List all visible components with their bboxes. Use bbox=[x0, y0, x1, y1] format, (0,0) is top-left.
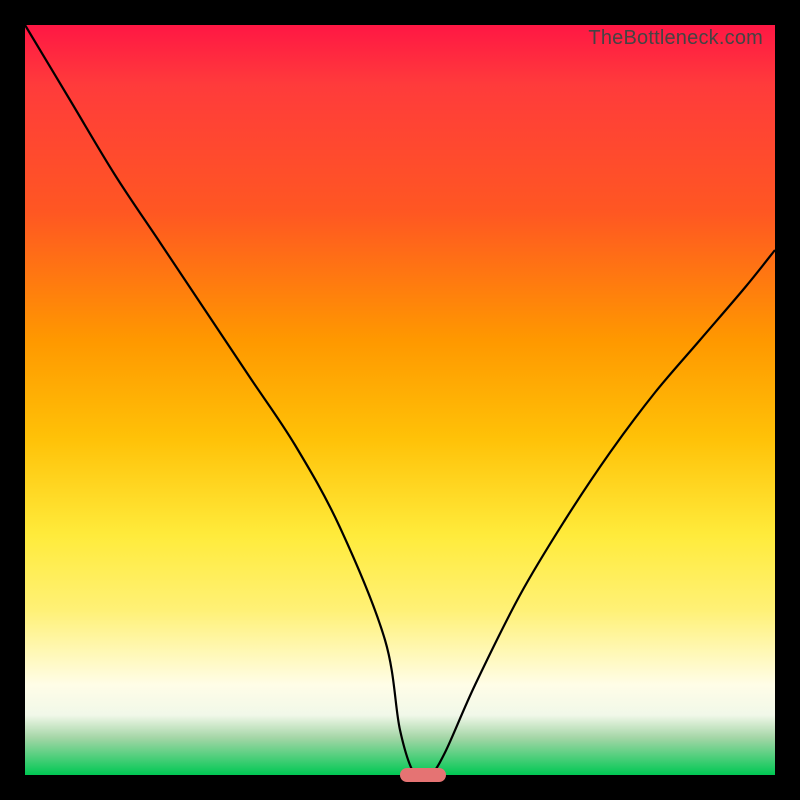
bottleneck-curve-path bbox=[25, 25, 775, 779]
bottleneck-curve-svg bbox=[25, 25, 775, 775]
optimum-marker bbox=[400, 768, 446, 782]
watermark-label: TheBottleneck.com bbox=[588, 27, 763, 50]
chart-frame: TheBottleneck.com bbox=[25, 25, 775, 775]
